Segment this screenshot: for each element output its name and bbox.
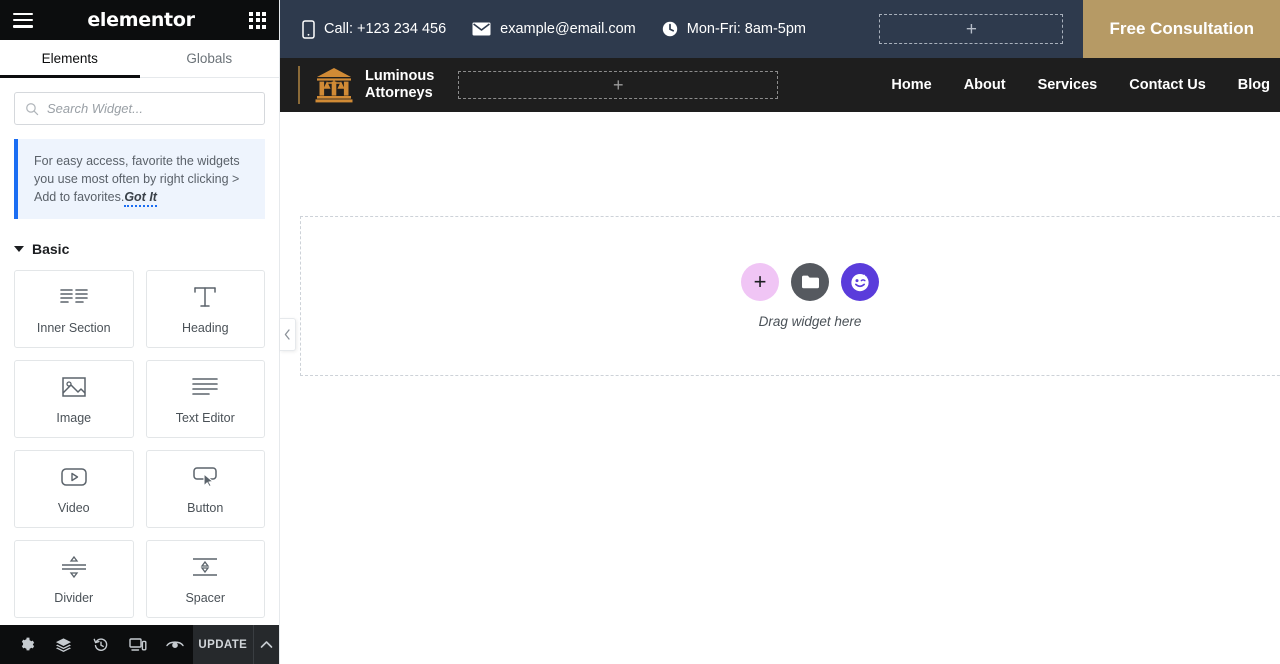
elementor-brand-logo: elementor [87, 9, 195, 31]
plus-icon: + [965, 18, 978, 40]
panel-bottom-bar: UPDATE [0, 625, 279, 664]
canvas-action-buttons: + [741, 263, 879, 301]
site-logo-line1: Luminous [365, 68, 435, 84]
divider-icon [59, 553, 89, 581]
inner-section-icon [59, 283, 89, 311]
plus-icon: + [753, 269, 767, 294]
panel-tabs: Elements Globals [0, 40, 279, 78]
widget-list-scroll[interactable]: Basic Inner Section Heading Image Text E… [0, 219, 279, 625]
topbar-phone-text: Call: +123 234 456 [324, 21, 447, 37]
topbar-phone[interactable]: Call: +123 234 456 [302, 19, 447, 39]
button-icon [190, 463, 220, 491]
topbar-email[interactable]: example@email.com [472, 21, 636, 37]
chevron-up-icon[interactable] [252, 625, 279, 664]
widget-image[interactable]: Image [14, 360, 134, 438]
hamburger-menu-icon[interactable] [13, 12, 33, 28]
topbar-dropzone[interactable]: + [879, 14, 1064, 44]
got-it-button[interactable]: Got It [124, 190, 157, 207]
site-logo-text: Luminous Attorneys [365, 68, 434, 102]
topbar-hours[interactable]: Mon-Fri: 8am-5pm [662, 21, 806, 37]
favorites-notice-text: For easy access, favorite the widgets yo… [34, 152, 251, 207]
ai-builder-button[interactable] [841, 263, 879, 301]
panel-header: elementor [0, 0, 279, 40]
search-container [0, 78, 279, 135]
free-consultation-button[interactable]: Free Consultation [1083, 0, 1280, 58]
widget-inner-section-label: Inner Section [36, 321, 111, 335]
widget-button[interactable]: Button [145, 450, 265, 528]
drop-label: Drag widget here [758, 314, 862, 329]
site-logo[interactable]: Luminous Attorneys [298, 66, 434, 104]
plus-icon: + [613, 75, 624, 95]
layers-icon[interactable] [45, 625, 82, 664]
elementor-editor: elementor Elements Globals Search Widget… [0, 0, 1280, 664]
tab-elements-label: Elements [41, 51, 98, 66]
text-editor-icon [190, 373, 220, 401]
folder-icon [801, 275, 819, 289]
widget-spacer-label: Spacer [185, 591, 226, 605]
gear-icon[interactable] [8, 625, 45, 664]
eye-icon[interactable] [156, 625, 193, 664]
update-button[interactable]: UPDATE [193, 625, 253, 664]
topbar-email-text: example@email.com [500, 21, 636, 37]
search-box[interactable] [14, 92, 265, 125]
nav-item-about[interactable]: About [964, 77, 1006, 93]
add-element-button[interactable]: + [741, 263, 779, 301]
widget-inner-section[interactable]: Inner Section [14, 270, 134, 348]
add-template-button[interactable] [791, 263, 829, 301]
widget-video-label: Video [57, 501, 90, 515]
mobile-phone-icon [302, 19, 315, 39]
drop-center: + Drag widget here [301, 263, 1280, 329]
search-input[interactable] [47, 101, 254, 116]
chevron-down-icon [14, 246, 24, 252]
video-icon [59, 463, 89, 491]
header-dropzone[interactable]: + [458, 71, 779, 99]
widget-spacer[interactable]: Spacer [145, 540, 265, 618]
canvas-body[interactable]: + Drag widget here [280, 112, 1280, 664]
widget-image-label: Image [56, 411, 92, 425]
free-consultation-label: Free Consultation [1109, 19, 1254, 38]
nav-item-blog[interactable]: Blog [1238, 77, 1270, 93]
widget-heading-label: Heading [181, 321, 229, 335]
tab-globals[interactable]: Globals [140, 40, 280, 77]
clock-icon [662, 21, 677, 37]
chevron-left-icon [284, 329, 290, 340]
site-logo-line2: Attorneys [365, 85, 433, 101]
devices-icon[interactable] [119, 625, 156, 664]
section-basic-header[interactable]: Basic [14, 219, 265, 270]
image-icon [60, 373, 88, 401]
panel-bottom-tools [0, 625, 193, 664]
nav-item-services[interactable]: Services [1038, 77, 1098, 93]
courthouse-scales-icon [315, 68, 353, 103]
history-clock-icon[interactable] [82, 625, 119, 664]
update-button-label: UPDATE [198, 638, 248, 651]
site-nav: Home About Services Contact Us Blog [891, 77, 1280, 93]
widget-divider-label: Divider [54, 591, 94, 605]
favorites-notice: For easy access, favorite the widgets yo… [14, 139, 265, 219]
topbar-hours-text: Mon-Fri: 8am-5pm [686, 21, 806, 37]
widget-text-editor-label: Text Editor [175, 411, 235, 425]
spacer-icon [190, 553, 220, 581]
search-icon [26, 102, 39, 115]
tab-globals-label: Globals [186, 51, 233, 66]
panel-collapse-handle[interactable] [280, 318, 296, 351]
section-basic-title: Basic [32, 241, 70, 257]
widget-video[interactable]: Video [14, 450, 134, 528]
widget-heading[interactable]: Heading [145, 270, 265, 348]
widget-button-label: Button [187, 501, 224, 515]
editor-panel: elementor Elements Globals Search Widget… [0, 0, 280, 664]
envelope-icon [472, 22, 491, 36]
tab-elements[interactable]: Elements [0, 40, 140, 78]
nav-item-home[interactable]: Home [891, 77, 931, 93]
widget-grid: Inner Section Heading Image Text Editor … [14, 270, 265, 618]
grid-apps-icon[interactable] [249, 11, 266, 29]
ai-wink-face-icon [851, 274, 869, 292]
widget-divider[interactable]: Divider [14, 540, 134, 618]
nav-item-contact-us[interactable]: Contact Us [1129, 77, 1206, 93]
widget-text-editor[interactable]: Text Editor [145, 360, 265, 438]
heading-icon [191, 283, 219, 311]
empty-section-dropzone[interactable]: + Drag widget here [300, 216, 1280, 376]
page-preview: Call: +123 234 456 example@email.com Mon… [280, 0, 1280, 664]
site-topbar: Call: +123 234 456 example@email.com Mon… [280, 0, 1280, 58]
site-header: Luminous Attorneys + Home About Services… [280, 58, 1280, 112]
